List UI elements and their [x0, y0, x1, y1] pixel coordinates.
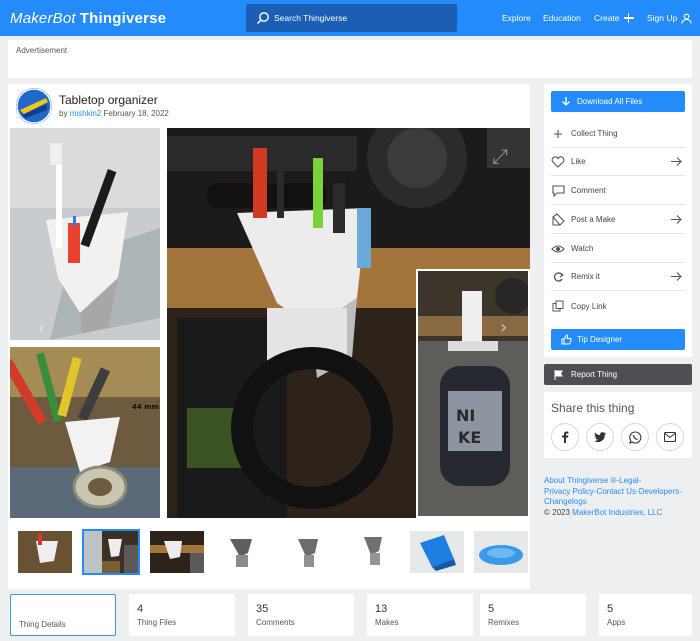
thumbnail[interactable]: [282, 531, 336, 573]
plus-icon: [623, 13, 634, 23]
search-input[interactable]: [274, 9, 449, 27]
photo-toothbrush-holder[interactable]: ‹: [10, 128, 160, 340]
flag-icon: [554, 369, 563, 380]
user-icon: [681, 13, 692, 24]
photo-tools-image: 44 mm: [10, 347, 160, 518]
photo-toothbrush-image: ‹: [10, 128, 160, 340]
logo-thingiverse-text: Thingiverse: [79, 9, 167, 27]
thing-title: Tabletop organizer: [59, 93, 158, 107]
designer-avatar[interactable]: [16, 88, 52, 124]
share-title: Share this thing: [551, 401, 635, 415]
arrow-right-icon: [671, 215, 682, 224]
nav-explore[interactable]: Explore: [502, 0, 531, 36]
comment-icon: [551, 184, 565, 198]
photo-tool-holder[interactable]: 44 mm: [10, 347, 160, 518]
ad-label: Advertisement: [16, 46, 68, 55]
tab-thing-files[interactable]: 4 Thing Files: [129, 594, 235, 636]
download-icon: [562, 96, 570, 106]
svg-text:KE: KE: [458, 428, 481, 447]
like-button[interactable]: Like: [551, 148, 685, 176]
top-navbar: MakerBot Thingiverse Explore Education C…: [0, 0, 700, 36]
watch-button[interactable]: Watch: [551, 235, 685, 263]
svg-text:44 mm: 44 mm: [132, 403, 159, 411]
plus-icon: [551, 127, 565, 141]
download-all-files-button[interactable]: Download All Files: [551, 91, 685, 112]
comment-button[interactable]: Comment: [551, 177, 685, 205]
arrow-right-icon: [671, 272, 682, 281]
share-facebook-button[interactable]: [551, 423, 579, 451]
heart-icon: [551, 155, 565, 169]
footer-line-privacy-contact[interactable]: Privacy Policy-Contact Us-Developers-: [544, 487, 694, 498]
thumbs-up-icon: [561, 334, 572, 345]
eye-icon: [551, 242, 565, 256]
remix-icon: [551, 270, 565, 284]
thumbnail-selected[interactable]: [82, 529, 140, 575]
thumbnail[interactable]: [18, 531, 72, 573]
whatsapp-icon: [628, 430, 641, 444]
thumbnail[interactable]: [216, 531, 270, 573]
photo-backpack-holder[interactable]: NI KE ›: [416, 269, 530, 518]
email-icon: [664, 432, 676, 442]
tab-comments[interactable]: 35 Comments: [248, 594, 354, 636]
make-icon: [551, 213, 565, 227]
svg-text:›: ›: [500, 317, 507, 338]
arrow-right-icon: [671, 157, 682, 166]
logo-makerbot-text: MakerBot: [10, 9, 76, 27]
nav-education[interactable]: Education: [543, 0, 581, 36]
svg-text:‹: ‹: [38, 318, 44, 337]
footer-line-changelogs[interactable]: Changelogs: [544, 497, 694, 508]
advertisement-banner: Advertisement: [8, 40, 692, 78]
thing-byline: by mishkin2 February 18, 2022: [59, 109, 169, 118]
author-link[interactable]: mishkin2: [70, 109, 102, 118]
link-icon: [551, 299, 565, 313]
tab-thing-details[interactable]: Thing Details: [10, 594, 116, 636]
tab-apps[interactable]: 5 Apps: [599, 594, 692, 636]
twitter-icon: [594, 432, 606, 442]
thumbnail[interactable]: [474, 531, 528, 573]
search-box[interactable]: [246, 4, 457, 32]
post-a-make-button[interactable]: Post a Make: [551, 206, 685, 234]
footer-line-about-legal[interactable]: About Thingiverse ®-Legal-: [544, 476, 694, 487]
share-twitter-button[interactable]: [586, 423, 614, 451]
thumbnail[interactable]: [410, 531, 464, 573]
footer-links: About Thingiverse ®-Legal- Privacy Polic…: [544, 476, 694, 518]
share-whatsapp-button[interactable]: [621, 423, 649, 451]
share-panel: Share this thing: [544, 392, 692, 458]
thumbnail[interactable]: [348, 531, 402, 573]
thing-actions-panel: Download All Files Collect Thing Like Co…: [544, 84, 692, 357]
copy-link-button[interactable]: Copy Link: [551, 292, 685, 320]
nav-sign-up[interactable]: Sign Up: [647, 0, 692, 36]
svg-text:NI: NI: [456, 406, 475, 425]
facebook-icon: [562, 431, 569, 443]
svg-text:⤢: ⤢: [492, 144, 508, 168]
report-thing-button[interactable]: Report Thing: [544, 364, 692, 385]
share-email-button[interactable]: [656, 423, 684, 451]
publish-date: February 18, 2022: [103, 109, 169, 118]
photo-backpack-image: NI KE ›: [418, 271, 528, 516]
makerbot-thingiverse-logo[interactable]: MakerBot Thingiverse: [10, 8, 166, 28]
collect-thing-button[interactable]: Collect Thing: [551, 120, 685, 148]
thumbnail[interactable]: [150, 531, 204, 573]
tab-makes[interactable]: 13 Makes: [367, 594, 473, 636]
nav-create[interactable]: Create: [594, 0, 634, 36]
tip-designer-button[interactable]: Tip Designer: [551, 329, 685, 350]
makerbot-industries-link[interactable]: MakerBot Industries, LLC: [572, 508, 662, 517]
search-icon: [256, 12, 269, 25]
tab-remixes[interactable]: 5 Remixes: [480, 594, 586, 636]
thumbnail-strip: [18, 529, 528, 575]
avatar-image: [16, 88, 52, 124]
footer-copyright: © 2023 MakerBot Industries, LLC: [544, 507, 663, 517]
remix-it-button[interactable]: Remix it: [551, 263, 685, 291]
